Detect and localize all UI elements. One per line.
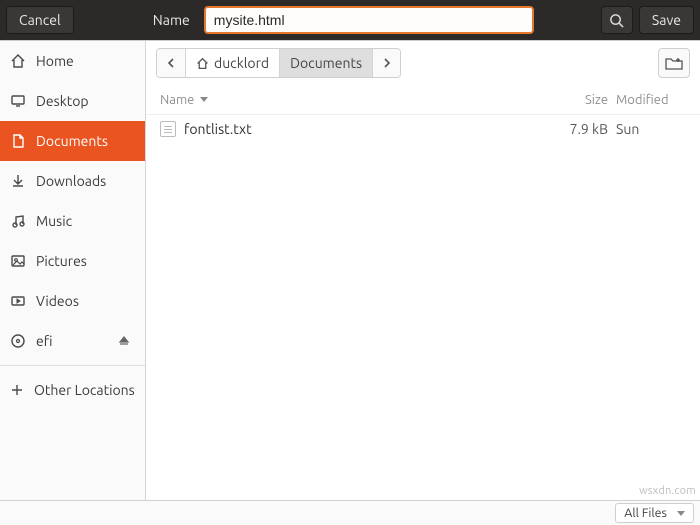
cancel-label: Cancel [19, 12, 61, 28]
save-label: Save [652, 12, 681, 28]
sidebar-item-label: Pictures [36, 253, 87, 269]
header-size[interactable]: Size [546, 93, 616, 107]
header-name[interactable]: Name [160, 93, 194, 107]
eject-icon [118, 335, 130, 347]
sidebar-item-label: Videos [36, 293, 79, 309]
path-forward-button[interactable] [372, 49, 400, 77]
path-back-button[interactable] [157, 49, 185, 77]
breadcrumb-seg-home[interactable]: ducklord [185, 49, 279, 77]
path-bar: ducklord Documents [146, 41, 700, 85]
text-file-icon [160, 121, 176, 137]
desktop-icon [10, 93, 26, 109]
filename-input[interactable] [204, 6, 534, 34]
chevron-down-icon [677, 511, 685, 516]
filename-label: Name [141, 12, 198, 28]
sidebar-item-downloads[interactable]: Downloads [0, 161, 145, 201]
home-icon [196, 57, 209, 70]
sidebar-item-documents[interactable]: Documents [0, 121, 145, 161]
eject-button[interactable] [113, 330, 135, 352]
sidebar-separator [0, 365, 145, 366]
chevron-left-icon [166, 57, 176, 69]
file-list: fontlist.txt 7.9 kB Sun [146, 115, 700, 500]
footer-bar: All Files [0, 500, 700, 525]
documents-icon [10, 133, 26, 149]
save-button[interactable]: Save [639, 6, 694, 34]
sidebar-item-desktop[interactable]: Desktop [0, 81, 145, 121]
file-row[interactable]: fontlist.txt 7.9 kB Sun [146, 115, 700, 143]
file-list-header: Name Size Modified [146, 85, 700, 115]
sidebar-item-videos[interactable]: Videos [0, 281, 145, 321]
search-button[interactable] [601, 6, 633, 34]
search-icon [609, 13, 624, 28]
chevron-right-icon [382, 57, 392, 69]
breadcrumb-seg-documents[interactable]: Documents [279, 49, 372, 77]
sidebar-item-label: Documents [36, 133, 108, 149]
sidebar-item-pictures[interactable]: Pictures [0, 241, 145, 281]
pictures-icon [10, 253, 26, 269]
home-icon [10, 53, 26, 69]
file-name: fontlist.txt [184, 121, 252, 137]
sidebar-item-efi[interactable]: efi [0, 321, 145, 361]
downloads-icon [10, 173, 26, 189]
main-area: Home Desktop Documents Downloads Music P… [0, 40, 700, 500]
sidebar-item-label: Downloads [36, 173, 106, 189]
sidebar-item-other-locations[interactable]: Other Locations [0, 370, 145, 410]
header-bar: Cancel Name Save [0, 0, 700, 40]
sidebar-item-label: Other Locations [34, 382, 135, 398]
disk-icon [10, 333, 26, 349]
sidebar-item-label: efi [36, 333, 52, 349]
sidebar-item-label: Desktop [36, 93, 89, 109]
file-type-filter[interactable]: All Files [615, 503, 694, 523]
sidebar-item-home[interactable]: Home [0, 41, 145, 81]
file-size: 7.9 kB [546, 121, 616, 137]
new-folder-icon [665, 56, 683, 70]
plus-icon [10, 383, 24, 397]
filter-label: All Files [624, 506, 667, 520]
breadcrumb: ducklord Documents [156, 48, 401, 78]
file-modified: Sun [616, 121, 686, 137]
videos-icon [10, 293, 26, 309]
content-area: ducklord Documents Name Size Modified [146, 41, 700, 500]
sort-indicator-icon [200, 97, 208, 102]
watermark: wsxdn.com [639, 485, 696, 497]
sidebar-item-label: Music [36, 213, 72, 229]
sidebar: Home Desktop Documents Downloads Music P… [0, 41, 146, 500]
header-modified[interactable]: Modified [616, 93, 686, 107]
breadcrumb-label: Documents [290, 55, 362, 71]
breadcrumb-label: ducklord [214, 55, 269, 71]
sidebar-item-music[interactable]: Music [0, 201, 145, 241]
music-icon [10, 213, 26, 229]
cancel-button[interactable]: Cancel [6, 6, 74, 34]
new-folder-button[interactable] [658, 48, 690, 78]
sidebar-item-label: Home [36, 53, 74, 69]
